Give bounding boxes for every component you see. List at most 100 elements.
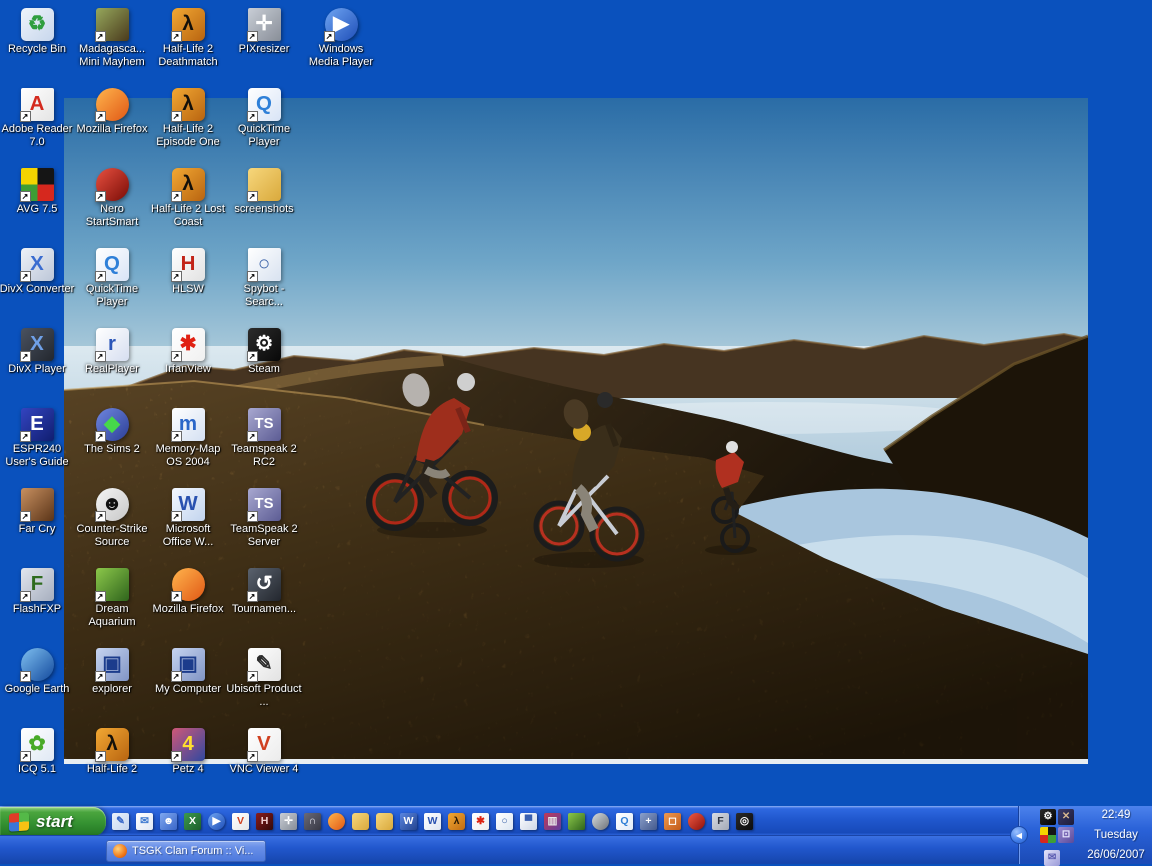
desktop-icon-half-life-2-lost-coast[interactable]: λ↗Half-Life 2 Lost Coast (150, 168, 226, 229)
desktop-icon-far-cry[interactable]: ↗Far Cry (0, 488, 75, 536)
desktop-icon-label: Tournamen... (226, 603, 302, 616)
winrar-icon[interactable]: ▥ (544, 813, 561, 830)
divx-icon[interactable] (592, 813, 609, 830)
hlsw-icon[interactable]: H (256, 813, 273, 830)
desktop-icon-pixresizer[interactable]: ✛↗PIXresizer (226, 8, 302, 56)
clock-time: 22:49 (1102, 809, 1131, 821)
shortcut-arrow-icon: ↗ (247, 431, 258, 442)
desktop-icon-label: ESPR240 User's Guide (0, 443, 75, 469)
command-window-icon[interactable]: ▀ (520, 813, 537, 830)
network-tray-icon[interactable]: ⊡ (1058, 827, 1074, 843)
desktop-icon-windows-media-player[interactable]: ▶↗Windows Media Player (303, 8, 379, 69)
xfire-tray-icon[interactable]: ✕ (1058, 809, 1074, 825)
desktop-icon-espr240-users-guide[interactable]: E↗ESPR240 User's Guide (0, 408, 75, 469)
firefox-icon[interactable] (328, 813, 345, 830)
steam-tray-icon[interactable]: ⚙ (1040, 809, 1056, 825)
desktop-icon-adobe-reader[interactable]: A↗Adobe Reader 7.0 (0, 88, 75, 149)
desktop-icon-mozilla-firefox-2[interactable]: ↗Mozilla Firefox (150, 568, 226, 616)
desktop-icon-quicktime-player-2[interactable]: Q↗QuickTime Player (226, 88, 302, 149)
desktop-icon-teamspeak-2-rc2[interactable]: TS↗Teamspeak 2 RC2 (226, 408, 302, 469)
pixresizer-icon[interactable]: ✛ (280, 813, 297, 830)
irfanview-icon[interactable]: ✱ (472, 813, 489, 830)
shortcut-arrow-icon: ↗ (171, 111, 182, 122)
spybot-icon[interactable]: ○ (496, 813, 513, 830)
tournament-orange-icon[interactable]: ◻ (664, 813, 681, 830)
flashfxp-icon[interactable]: F (712, 813, 729, 830)
desktop-icon-nero-startsmart[interactable]: ↗Nero StartSmart (74, 168, 150, 229)
shortcut-arrow-icon: ↗ (20, 591, 31, 602)
desktop-icon-microsoft-office-word[interactable]: W↗Microsoft Office W... (150, 488, 226, 549)
show-desktop-icon[interactable]: ✎ (112, 813, 129, 830)
desktop-icon-memory-map-os-2004[interactable]: m↗Memory-Map OS 2004 (150, 408, 226, 469)
desktop-icon-mozilla-firefox[interactable]: ↗Mozilla Firefox (74, 88, 150, 136)
desktop-icon-google-earth[interactable]: ↗Google Earth (0, 648, 75, 696)
shortcut-arrow-icon: ↗ (247, 271, 258, 282)
avg-tray-icon[interactable] (1040, 827, 1056, 843)
desktop-icon-label: IrfanView (150, 363, 226, 376)
desktop-icon-label: Windows Media Player (303, 43, 379, 69)
desktop-icon-irfanview[interactable]: ✱↗IrfanView (150, 328, 226, 376)
word-icon[interactable]: W (400, 813, 417, 830)
tray-collapse-chevron-icon[interactable]: ◀ (1010, 826, 1028, 844)
teamspeak-icon[interactable]: ∩ (304, 813, 321, 830)
desktop-icon-dream-aquarium[interactable]: ↗Dream Aquarium (74, 568, 150, 629)
desktop-icon-madagascar-mini-mayhem[interactable]: ↗Madagasca... Mini Mayhem (74, 8, 150, 69)
desktop-icon-explorer[interactable]: ▣↗explorer (74, 648, 150, 696)
desktop-icon-half-life-2-deathmatch[interactable]: λ↗Half-Life 2 Deathmatch (150, 8, 226, 69)
shortcut-arrow-icon: ↗ (247, 191, 258, 202)
desktop-icon-divx-converter[interactable]: X↗DivX Converter (0, 248, 75, 296)
desktop-icon-half-life-2[interactable]: λ↗Half-Life 2 (74, 728, 150, 776)
desktop-icon-petz-4[interactable]: 4↗Petz 4 (150, 728, 226, 776)
desktop-icon-icq-51[interactable]: ✿↗ICQ 5.1 (0, 728, 75, 776)
half-life2-icon[interactable]: λ (448, 813, 465, 830)
desktop-icon-my-computer[interactable]: ▣↗My Computer (150, 648, 226, 696)
desktop-icon-label: Recycle Bin (0, 43, 75, 56)
taskbar-window-button[interactable]: TSGK Clan Forum :: Vi... (106, 840, 266, 862)
pixresizer-tile-icon[interactable]: + (640, 813, 657, 830)
shortcut-arrow-icon: ↗ (171, 591, 182, 602)
shortcut-arrow-icon: ↗ (171, 271, 182, 282)
desktop-icon-screenshots-folder[interactable]: ↗screenshots (226, 168, 302, 216)
shortcut-arrow-icon: ↗ (171, 191, 182, 202)
desktop-icon-spybot-search[interactable]: ○↗Spybot - Searc... (226, 248, 302, 309)
desktop-icon-steam[interactable]: ⚙↗Steam (226, 328, 302, 376)
media-player-icon[interactable]: ▶ (208, 813, 225, 830)
shortcut-arrow-icon: ↗ (247, 671, 258, 682)
dream-aquarium-icon[interactable] (568, 813, 585, 830)
desktop-icon-counter-strike-source[interactable]: ☻↗Counter-Strike Source (74, 488, 150, 549)
desktop-icon-teamspeak-2-server[interactable]: TS↗TeamSpeak 2 Server (226, 488, 302, 549)
shortcut-arrow-icon: ↗ (171, 31, 182, 42)
desktop-icon-label: explorer (74, 683, 150, 696)
vnc-icon[interactable]: V (232, 813, 249, 830)
steam-gear-icon[interactable]: ◎ (736, 813, 753, 830)
desktop-icon-divx-player[interactable]: X↗DivX Player (0, 328, 75, 376)
quicktime-icon[interactable]: Q (616, 813, 633, 830)
shortcut-arrow-icon: ↗ (324, 31, 335, 42)
start-button[interactable]: start (0, 807, 106, 836)
nero-icon[interactable] (688, 813, 705, 830)
shortcut-arrow-icon: ↗ (247, 351, 258, 362)
desktop-icon-realplayer[interactable]: r↗RealPlayer (74, 328, 150, 376)
shortcut-arrow-icon: ↗ (247, 511, 258, 522)
desktop-icon-vnc-viewer-4[interactable]: V↗VNC Viewer 4 (226, 728, 302, 776)
word-doc-icon[interactable]: W (424, 813, 441, 830)
outlook-express-icon[interactable]: ✉ (136, 813, 153, 830)
desktop-icon-hlsw[interactable]: H↗HLSW (150, 248, 226, 296)
desktop-icon-tournament[interactable]: ↺↗Tournamen... (226, 568, 302, 616)
desktop-icon-label: Madagasca... Mini Mayhem (74, 43, 150, 69)
desktop-icon-label: The Sims 2 (74, 443, 150, 456)
windows-flag-icon (9, 812, 29, 831)
desktop-icon-the-sims-2[interactable]: ◆↗The Sims 2 (74, 408, 150, 456)
desktop-icon-recycle-bin[interactable]: ♻Recycle Bin (0, 8, 75, 56)
folder-icon-2[interactable] (376, 813, 393, 830)
desktop-icon-flashfxp[interactable]: F↗FlashFXP (0, 568, 75, 616)
folder-icon[interactable] (352, 813, 369, 830)
messenger-icon[interactable]: ☻ (160, 813, 177, 830)
desktop-icon-label: Spybot - Searc... (226, 283, 302, 309)
desktop-icon-ubisoft-product[interactable]: ✎↗Ubisoft Product ... (226, 648, 302, 709)
desktop-icon-label: FlashFXP (0, 603, 75, 616)
desktop-icon-avg-75[interactable]: ↗AVG 7.5 (0, 168, 75, 216)
desktop-icon-quicktime-player-desk[interactable]: Q↗QuickTime Player (74, 248, 150, 309)
desktop-icon-half-life-2-episode-one[interactable]: λ↗Half-Life 2 Episode One (150, 88, 226, 149)
excel-icon[interactable]: X (184, 813, 201, 830)
